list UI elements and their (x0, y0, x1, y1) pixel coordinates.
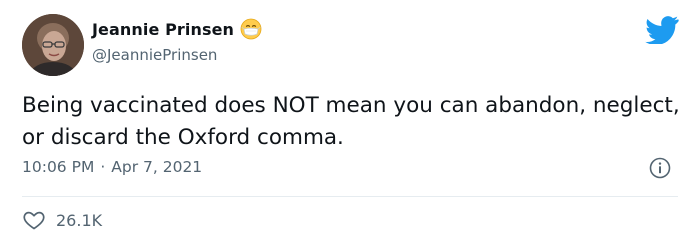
author-name[interactable]: Jeannie Prinsen (92, 20, 234, 39)
tweet-text: Being vaccinated does NOT mean you can a… (22, 93, 680, 150)
author-name-row: Jeannie Prinsen (92, 18, 262, 40)
like-count: 26.1K (56, 210, 103, 230)
tweet-time[interactable]: 10:06 PM (22, 158, 94, 176)
author-handle[interactable]: @JeanniePrinsen (92, 46, 217, 64)
like-button[interactable]: 26.1K (22, 208, 102, 232)
tweet-timestamp[interactable]: 10:06 PM · Apr 7, 2021 (22, 158, 202, 176)
face-with-medical-mask-icon (240, 18, 262, 40)
twitter-bird-icon[interactable] (645, 16, 679, 45)
divider (22, 196, 678, 197)
tweet-card: Jeannie Prinsen @JeanniePrinsen Being va… (0, 0, 700, 249)
avatar[interactable] (22, 14, 84, 76)
meta-separator: · (100, 158, 106, 176)
info-icon[interactable] (649, 157, 671, 179)
tweet-date[interactable]: Apr 7, 2021 (111, 158, 202, 176)
heart-icon[interactable] (22, 208, 46, 232)
